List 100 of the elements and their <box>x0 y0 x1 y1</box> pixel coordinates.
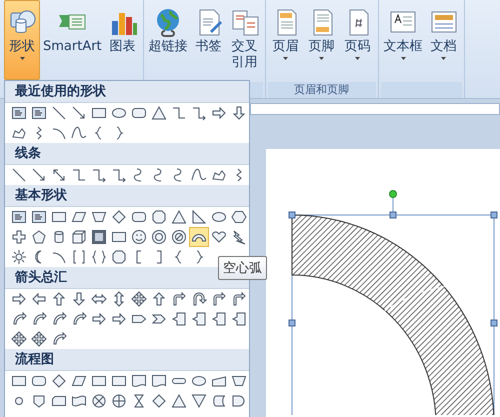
shape-dblbrace-icon <box>91 249 107 265</box>
shape-curve-icon <box>191 167 207 183</box>
shape-rect-icon <box>91 373 107 389</box>
shape-oval-icon <box>191 373 207 389</box>
shape-curve-icon <box>71 125 87 141</box>
shape-plus-icon <box>11 229 27 245</box>
shape-card-icon <box>51 393 67 409</box>
shape-bentarrow-icon <box>171 291 187 307</box>
ribbon-button[interactable]: 形状 <box>4 0 40 80</box>
ribbon-button[interactable]: 图表 <box>104 0 141 80</box>
ribbon-button[interactable]: 页码 <box>340 0 376 80</box>
ribbon-button[interactable]: 超链接 <box>146 0 191 80</box>
shape-textbox-icon <box>31 209 47 225</box>
shape-rarrow-icon <box>111 311 127 327</box>
shape-textbox-icon <box>11 209 27 225</box>
shape-rect-icon <box>111 373 127 389</box>
shape-bentarrow-icon <box>231 291 247 307</box>
shape-lightning-icon <box>231 229 247 245</box>
shape-option[interactable] <box>9 247 29 267</box>
shape-rect-icon <box>11 373 27 389</box>
ribbon-button[interactable]: 书签 <box>190 0 227 80</box>
shape-octagon-icon <box>151 209 167 225</box>
shape-darrow-icon <box>71 291 87 307</box>
shape-arrowline-icon <box>31 167 47 183</box>
shape-octagon-icon <box>111 249 127 265</box>
ribbon-button[interactable]: 交叉引用 <box>226 0 263 80</box>
shape-elbow-icon <box>171 105 187 121</box>
shape-triangle-icon <box>171 393 187 409</box>
shape-lrarrow-icon <box>91 291 107 307</box>
shape-sun-icon <box>11 249 27 265</box>
shape-roundrect-icon <box>31 373 47 389</box>
shape-smiley-icon <box>131 229 147 245</box>
shape-parallelogram-icon <box>71 209 87 225</box>
shape-storeddata-icon <box>211 393 227 409</box>
shape-oval-icon <box>211 209 227 225</box>
shape-heart-icon <box>211 229 227 245</box>
shape-option[interactable] <box>89 227 109 247</box>
shape-diamond-icon <box>51 373 67 389</box>
shape-document-icon <box>131 373 147 389</box>
shape-udarrow-icon <box>111 291 127 307</box>
shape-document-icon <box>151 373 167 389</box>
shape-elbow-icon <box>71 167 87 183</box>
shape-donut-icon <box>151 229 167 245</box>
shape-option[interactable] <box>129 227 149 247</box>
shape-flowx-icon <box>91 393 107 409</box>
ribbon-button[interactable]: 文档 <box>426 0 462 80</box>
shape-rect-icon <box>91 105 107 121</box>
shape-larrow-icon <box>31 291 47 307</box>
shape-uturn-icon <box>191 291 207 307</box>
section-title: 线条 <box>5 143 249 165</box>
shape-bevel-icon <box>91 229 107 245</box>
ribbon-button[interactable]: 页眉 <box>268 0 304 80</box>
shape-tape-icon <box>71 393 87 409</box>
shape-hourglass-icon <box>131 393 147 409</box>
shape-textbox-icon <box>31 105 47 121</box>
shape-callout-icon <box>191 311 207 327</box>
shape-roundrect-icon <box>131 105 147 121</box>
shape-pentagon-icon <box>31 229 47 245</box>
shape-option[interactable] <box>29 329 49 349</box>
shape-invtriangle-icon <box>191 393 207 409</box>
shape-elbowarrow-icon <box>191 105 207 121</box>
shape-option[interactable] <box>129 289 149 309</box>
ribbon-button[interactable]: 文本框 <box>380 0 426 80</box>
section-title: 基本形状 <box>5 185 249 207</box>
shape-roundrect-icon <box>131 209 147 225</box>
shape-offpage-icon <box>31 393 47 409</box>
shape-dblbracket-icon <box>71 249 87 265</box>
shape-callout-icon <box>211 311 227 327</box>
shape-delay-icon <box>231 393 247 409</box>
shape-bentarrow-icon <box>211 291 227 307</box>
shape-parallelogram-icon <box>71 373 87 389</box>
section-title: 流程图 <box>5 349 249 371</box>
shape-option[interactable] <box>149 227 169 247</box>
shape-line-icon <box>51 105 67 121</box>
shape-oval-icon <box>111 105 127 121</box>
shape-callout-icon <box>231 311 247 327</box>
shape-trapezoid-icon <box>231 373 247 389</box>
tooltip: 空心弧 <box>218 256 267 280</box>
shape-trapezoid-icon <box>91 209 107 225</box>
shape-cube-icon <box>71 229 87 245</box>
shape-quadarrow-icon <box>11 331 27 347</box>
ribbon-button[interactable]: SmartArt <box>40 0 105 80</box>
shape-triangle-icon <box>151 105 167 121</box>
shape-rtriangle-icon <box>191 209 207 225</box>
shape-option[interactable] <box>189 227 209 247</box>
shape-darrow-icon <box>231 105 247 121</box>
shape-curvedarrow-icon <box>31 311 47 327</box>
shape-elbowarrow-icon <box>111 167 127 183</box>
shape-elbowarrow-icon <box>91 167 107 183</box>
shape-option[interactable] <box>9 329 29 349</box>
shape-uarrow-icon <box>151 291 167 307</box>
shape-curvedarrow-icon <box>11 311 27 327</box>
shape-rarrow-icon <box>11 291 27 307</box>
group-label: 页眉和页脚 <box>268 82 376 98</box>
shape-curvedarrow-icon <box>51 331 67 347</box>
ribbon-button[interactable]: 页脚 <box>304 0 340 80</box>
shape-diamond-icon <box>111 209 127 225</box>
shape-curvedarrow-icon <box>51 311 67 327</box>
shape-line-icon <box>11 167 27 183</box>
shape-option[interactable] <box>169 227 189 247</box>
